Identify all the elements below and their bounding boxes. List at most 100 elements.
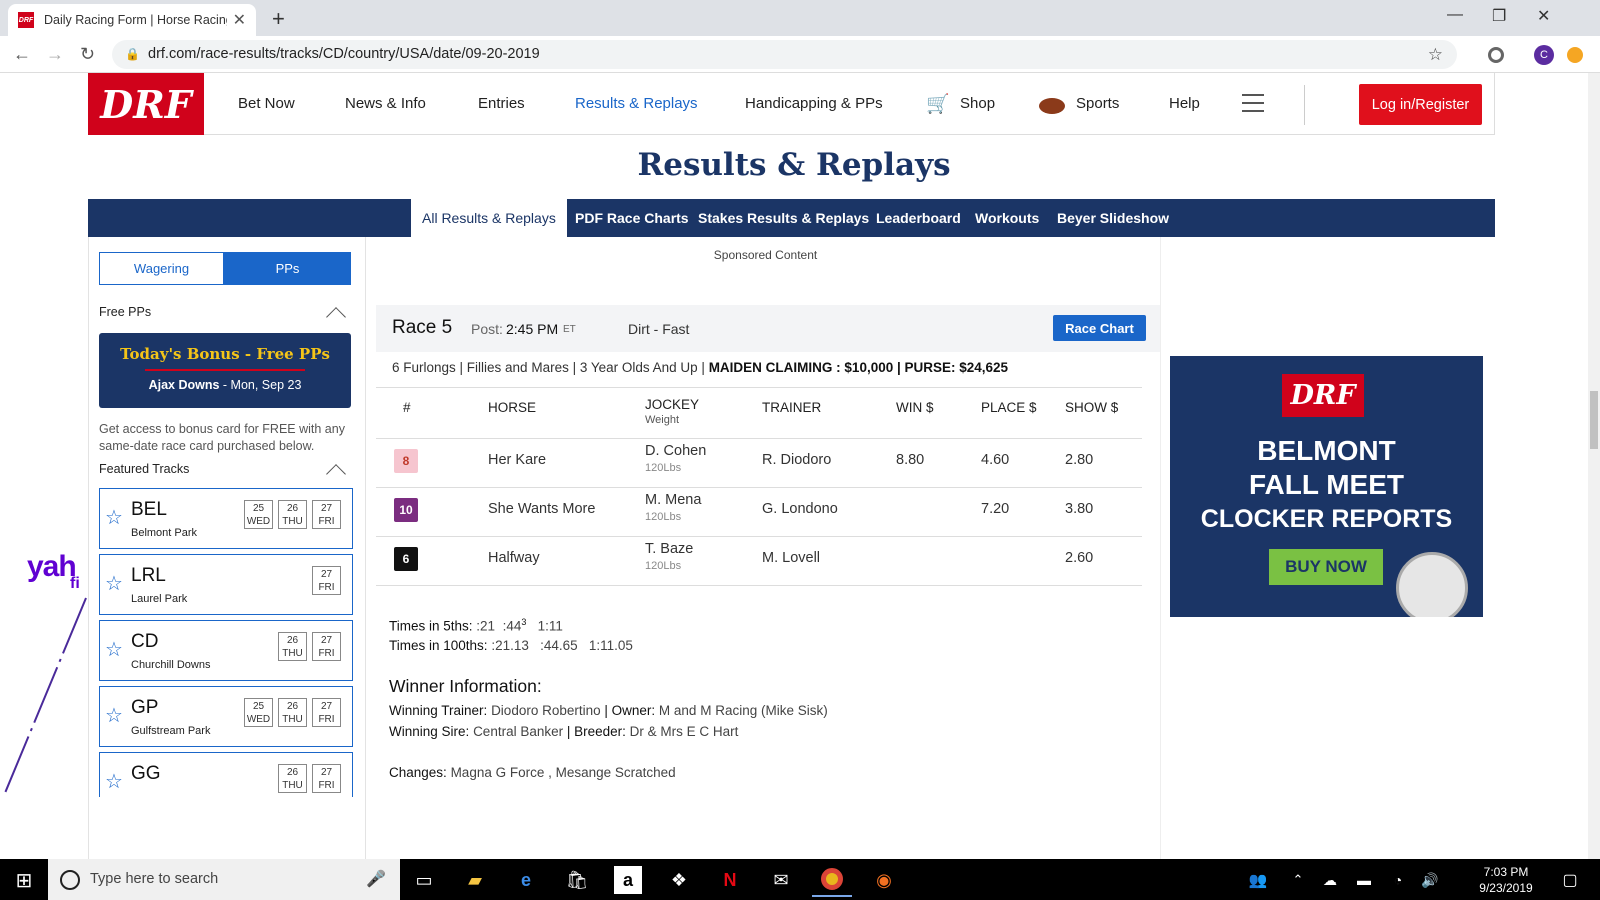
day-button[interactable]: 26 THU — [278, 764, 307, 793]
nav-entries[interactable]: Entries — [478, 95, 525, 112]
cart-icon: 🛒 — [926, 94, 950, 115]
buy-now-button[interactable]: BUY NOW — [1269, 549, 1383, 585]
nav-handicapping-pps[interactable]: Handicapping & PPs — [745, 95, 883, 112]
favorite-star-icon[interactable]: ☆ — [105, 703, 123, 728]
tab-leaderboard[interactable]: Leaderboard — [876, 199, 961, 237]
scrollbar-thumb[interactable] — [1590, 391, 1598, 449]
close-window-icon[interactable]: ✕ — [1537, 6, 1550, 26]
horse-name[interactable]: Halfway — [488, 550, 540, 566]
day-button[interactable]: 27 FRI — [312, 566, 341, 595]
horse-name[interactable]: Her Kare — [488, 452, 546, 468]
windows-start-icon[interactable]: ⊞ — [10, 866, 38, 894]
search-placeholder: Type here to search — [90, 871, 219, 887]
favorite-star-icon[interactable]: ☆ — [105, 769, 123, 794]
chrome-icon[interactable] — [812, 863, 852, 897]
back-icon[interactable]: ← — [13, 44, 31, 65]
amazon-icon[interactable]: a — [614, 866, 642, 894]
day-button[interactable]: 26 THU — [278, 500, 307, 529]
track-code: BEL — [131, 499, 167, 520]
trainer-name: M. Lovell — [762, 550, 821, 566]
day-button[interactable]: 26 THU — [278, 632, 307, 661]
tab-beyer-slideshow[interactable]: Beyer Slideshow — [1057, 199, 1169, 237]
microphone-icon[interactable]: 🎤 — [366, 859, 386, 900]
collapse-caret-icon[interactable] — [326, 464, 346, 484]
bonus-description: Get access to bonus card for FREE with a… — [99, 422, 345, 453]
restore-icon[interactable]: ❐ — [1492, 6, 1506, 26]
day-button[interactable]: 26 THU — [278, 698, 307, 727]
page-scrollbar[interactable] — [1588, 73, 1600, 859]
nav-results-replays[interactable]: Results & Replays — [575, 95, 698, 112]
wagering-toggle[interactable]: Wagering — [99, 252, 224, 285]
close-tab-icon[interactable]: ✕ — [233, 10, 246, 30]
taskbar-search-input[interactable]: Type here to search 🎤 — [48, 859, 400, 900]
file-explorer-icon[interactable]: ▰ — [461, 866, 489, 894]
forward-icon[interactable]: → — [46, 44, 64, 65]
mail-icon[interactable]: ✉ — [767, 866, 795, 894]
volume-icon[interactable]: 🔊 — [1416, 866, 1444, 894]
track-card-cd[interactable]: ☆ CD Churchill Downs 26 THU 27 FRI — [99, 620, 353, 681]
favorite-star-icon[interactable]: ☆ — [105, 637, 123, 662]
horse-weight: 120Lbs — [645, 462, 682, 474]
action-center-icon[interactable]: ▢ — [1556, 866, 1584, 894]
new-tab-icon[interactable]: + — [272, 6, 285, 32]
tab-workouts[interactable]: Workouts — [975, 199, 1039, 237]
task-view-icon[interactable]: ▭ — [410, 866, 438, 894]
dropbox-icon[interactable]: ❖ — [665, 866, 693, 894]
nav-bet-now[interactable]: Bet Now — [238, 95, 295, 112]
table-divider — [376, 585, 1142, 586]
horse-name[interactable]: She Wants More — [488, 501, 595, 517]
fractional-times-fifths: Times in 5ths: :21 :443 1:11 — [389, 617, 563, 634]
edge-browser-icon[interactable]: e — [512, 866, 540, 894]
clocker-reports-ad[interactable]: DRF BELMONT FALL MEET CLOCKER REPORTS BU… — [1170, 356, 1483, 617]
store-icon[interactable]: 🛍 — [563, 866, 591, 894]
favorite-star-icon[interactable]: ☆ — [105, 571, 123, 596]
show-hidden-icons[interactable]: ⌃ — [1284, 866, 1312, 894]
table-divider — [376, 487, 1142, 488]
day-button[interactable]: 27 FRI — [312, 698, 341, 727]
people-icon[interactable]: 👥 — [1244, 866, 1272, 894]
minimize-icon[interactable]: — — [1447, 6, 1463, 24]
collapse-caret-icon[interactable] — [326, 307, 346, 327]
browser-tab[interactable]: DRF Daily Racing Form | Horse Racing ✕ — [8, 4, 256, 36]
track-card-bel[interactable]: ☆ BEL Belmont Park 25 WED 26 THU 27 FRI — [99, 488, 353, 549]
nav-help[interactable]: Help — [1169, 95, 1200, 112]
origin-icon[interactable]: ◉ — [870, 866, 898, 894]
tab-pdf-race-charts[interactable]: PDF Race Charts — [575, 199, 689, 237]
nav-news-info[interactable]: News & Info — [345, 95, 426, 112]
track-card-lrl[interactable]: ☆ LRL Laurel Park 27 FRI — [99, 554, 353, 615]
nav-shop[interactable]: Shop — [960, 95, 995, 112]
wifi-icon[interactable]: ◔ — [1384, 866, 1412, 894]
login-register-button[interactable]: Log in/Register — [1359, 84, 1482, 125]
url-input[interactable]: 🔒 drf.com/race-results/tracks/CD/country… — [112, 40, 1457, 69]
day-button[interactable]: 25 WED — [244, 698, 273, 727]
battery-icon[interactable]: ▬ — [1350, 866, 1378, 894]
netflix-icon[interactable]: N — [716, 866, 744, 894]
tab-all-results-replays[interactable]: All Results & Replays — [411, 199, 567, 237]
favorite-star-icon[interactable]: ☆ — [105, 505, 123, 530]
side-ad-fragment[interactable]: yah — [27, 550, 77, 584]
notification-extension-icon[interactable] — [1567, 47, 1583, 63]
track-card-gg[interactable]: ☆ GG 26 THU 27 FRI — [99, 752, 353, 797]
bookmark-star-icon[interactable]: ☆ — [1428, 40, 1443, 69]
race-chart-button[interactable]: Race Chart — [1053, 315, 1146, 341]
race-title: Race 5 — [392, 317, 453, 338]
pps-toggle[interactable]: PPs — [224, 252, 351, 285]
side-ad-line — [4, 597, 87, 793]
onedrive-icon[interactable]: ☁ — [1316, 866, 1344, 894]
taskbar-clock[interactable]: 7:03 PM 9/23/2019 — [1466, 864, 1546, 896]
hamburger-menu-icon[interactable] — [1242, 94, 1264, 112]
reload-icon[interactable]: ↻ — [80, 44, 95, 65]
trainer-name: R. Diodoro — [762, 452, 832, 468]
profile-avatar[interactable]: C — [1534, 45, 1554, 65]
bonus-card[interactable]: Today's Bonus - Free PPs Ajax Downs - Mo… — [99, 333, 351, 408]
day-button[interactable]: 27 FRI — [312, 764, 341, 793]
program-number-badge: 8 — [394, 449, 418, 473]
day-button[interactable]: 27 FRI — [312, 632, 341, 661]
tab-stakes-results-replays[interactable]: Stakes Results & Replays — [698, 199, 869, 237]
extension-icon[interactable] — [1488, 47, 1504, 63]
track-card-gp[interactable]: ☆ GP Gulfstream Park 25 WED 26 THU 27 FRI — [99, 686, 353, 747]
day-button[interactable]: 25 WED — [244, 500, 273, 529]
nav-sports[interactable]: Sports — [1076, 95, 1119, 112]
drf-logo[interactable]: DRF — [88, 73, 204, 135]
day-button[interactable]: 27 FRI — [312, 500, 341, 529]
